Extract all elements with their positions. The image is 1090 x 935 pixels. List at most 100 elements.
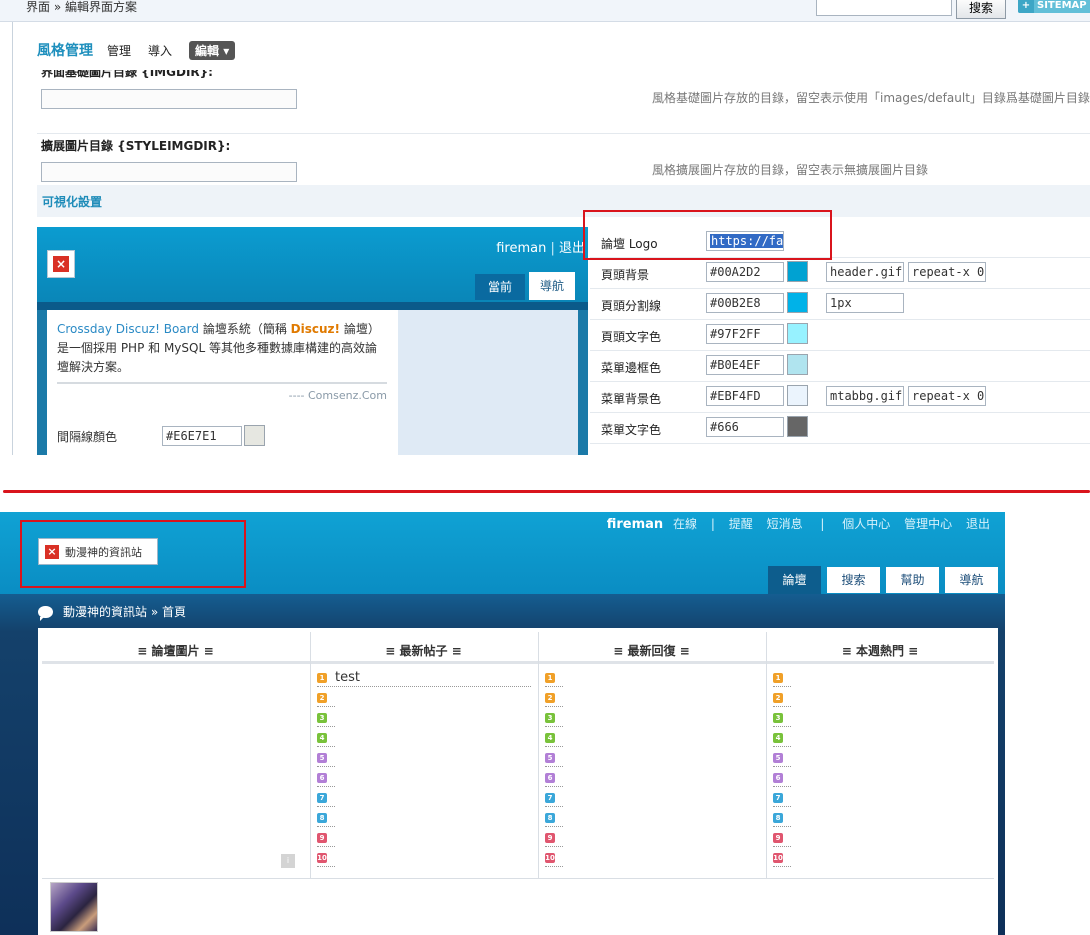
list-item: 10 — [317, 852, 537, 872]
broken-image-icon: × — [53, 256, 69, 272]
background-repeat-input[interactable]: repeat-x 0 1 — [908, 386, 986, 406]
tab-style-manage-title[interactable]: 風格管理 — [37, 40, 93, 60]
color-swatch[interactable] — [787, 292, 808, 313]
list-item: 4 — [773, 732, 993, 752]
color-value-input[interactable]: #00B2E8 — [706, 293, 784, 313]
dotted-underline — [317, 826, 335, 827]
list-item: 3 — [773, 712, 993, 732]
breadcrumb: 界面 » 編輯界面方案 — [26, 0, 137, 14]
list-item: 10 — [545, 852, 765, 872]
rank-number-icon: 8 — [545, 813, 555, 823]
col-title-images: ≡ 論壇圖片 ≡ — [137, 644, 214, 658]
topnav-profile[interactable]: 個人中心 — [842, 517, 890, 531]
col-title-latest-posts: ≡ 最新帖子 ≡ — [385, 644, 462, 658]
visual-settings-title: 可視化設置 — [42, 195, 103, 209]
color-swatch[interactable] — [787, 261, 808, 282]
search-button[interactable]: 搜索 — [956, 0, 1006, 19]
list-item: 9 — [773, 832, 993, 852]
rank-number-icon: 9 — [317, 833, 327, 843]
list-item: 7 — [317, 792, 537, 812]
dotted-underline — [317, 846, 335, 847]
preview-tab-nav[interactable]: 導航 — [529, 272, 575, 300]
dotted-underline — [545, 866, 563, 867]
preview-tab-current[interactable]: 當前 — [475, 274, 525, 300]
tab-search[interactable]: 搜索 — [827, 567, 880, 593]
list-item: 6 — [317, 772, 537, 792]
preview-header: × fireman | 退出 當前 導航 — [37, 227, 588, 302]
tab-forum[interactable]: 論壇 — [768, 566, 821, 594]
weekly-hot-list: 1 2 3 4 5 6 7 8 9 10 — [773, 672, 993, 872]
setting-row: 菜單邊框色 #B0E4EF — [590, 351, 1090, 382]
image-nav-button[interactable]: i — [281, 854, 295, 868]
tab-manage[interactable]: 管理 — [107, 42, 131, 59]
list-item: 1 test — [317, 670, 537, 692]
dotted-underline — [773, 826, 791, 827]
divider-color-swatch[interactable] — [244, 425, 265, 446]
topnav-user[interactable]: fireman — [607, 517, 663, 532]
color-value-input[interactable]: #B0E4EF — [706, 355, 784, 375]
dotted-underline — [773, 806, 791, 807]
imgdir-label: 界面基礎圖片目錄 {IMGDIR}: — [41, 70, 213, 79]
topnav-messages[interactable]: 短消息 — [767, 517, 803, 531]
latest-replies-list: 1 2 3 4 5 6 7 8 9 10 — [545, 672, 765, 872]
background-repeat-input[interactable]: repeat-x 0 1 — [908, 262, 986, 282]
divider-color-input[interactable]: #E6E7E1 — [162, 426, 242, 446]
color-value-input[interactable]: #EBF4FD — [706, 386, 784, 406]
dotted-underline — [317, 726, 335, 727]
color-swatch[interactable] — [787, 323, 808, 344]
rank-number-icon: 9 — [545, 833, 555, 843]
background-image-input[interactable]: mtabbg.gif — [826, 386, 904, 406]
dotted-underline — [545, 806, 563, 807]
styleimgdir-label: 擴展圖片目錄 {STYLEIMGDIR}: — [41, 139, 231, 153]
preview-credit: ---- Comsenz.Com — [288, 389, 387, 402]
preview-username[interactable]: fireman — [496, 241, 546, 256]
dotted-underline — [773, 706, 791, 707]
style-preview: × fireman | 退出 當前 導航 Crossday Discuz! Bo… — [37, 227, 588, 455]
latest-posts-list: 1 test 2 3 4 5 6 7 8 9 10 — [317, 670, 537, 872]
rank-number-icon: 2 — [317, 693, 327, 703]
list-item: 4 — [317, 732, 537, 752]
tab-help[interactable]: 幫助 — [886, 567, 939, 593]
imgdir-input[interactable] — [41, 89, 297, 109]
topnav-admin[interactable]: 管理中心 — [904, 517, 952, 531]
preview-user-links: fireman | 退出 — [496, 237, 585, 256]
avatar[interactable] — [50, 882, 98, 932]
styleimgdir-input[interactable] — [41, 162, 297, 182]
topnav-logout[interactable]: 退出 — [966, 517, 990, 531]
topnav-online[interactable]: 在線 — [673, 517, 697, 531]
color-swatch[interactable] — [787, 354, 808, 375]
list-item: 2 — [317, 692, 537, 712]
background-image-input[interactable]: header.gif — [826, 262, 904, 282]
list-item: 3 — [545, 712, 765, 732]
list-item: 6 — [773, 772, 993, 792]
preview-intro: Crossday Discuz! Board 論壇系統（簡稱 Discuz! 論… — [57, 320, 387, 377]
rank-number-icon: 6 — [317, 773, 327, 783]
color-value-input[interactable]: #00A2D2 — [706, 262, 784, 282]
forum-breadcrumb-text[interactable]: 動漫神的資訊站 » 首頁 — [63, 603, 186, 620]
dotted-underline — [773, 786, 791, 787]
setting-row: 頁頭背景 #00A2D2 header.gifrepeat-x 0 1 — [590, 258, 1090, 289]
rank-number-icon: 3 — [317, 713, 327, 723]
post-title-link[interactable]: test — [335, 670, 360, 685]
color-value-input[interactable]: #97F2FF — [706, 324, 784, 344]
tab-navigation[interactable]: 導航 — [945, 567, 998, 593]
list-item: 4 — [545, 732, 765, 752]
color-settings-table: 論壇 Logohttps://farm頁頭背景#00A2D2header.gif… — [590, 227, 1090, 455]
setting-row: 頁頭分割線 #00B2E8 1px — [590, 289, 1090, 320]
rank-number-icon: 7 — [317, 793, 327, 803]
search-input[interactable] — [816, 0, 952, 16]
color-swatch[interactable] — [787, 416, 808, 437]
topnav-remind[interactable]: 提醒 — [729, 517, 753, 531]
list-item: 5 — [773, 752, 993, 772]
color-value-input[interactable]: #666 — [706, 417, 784, 437]
tab-import[interactable]: 導入 — [148, 42, 172, 59]
setting-label: 頁頭文字色 — [601, 330, 662, 344]
preview-logout[interactable]: 退出 — [559, 241, 585, 256]
color-swatch[interactable] — [787, 385, 808, 406]
dotted-underline — [773, 766, 791, 767]
settings-scroll-area[interactable]: 界面基礎圖片目錄 {IMGDIR}: 風格基礎圖片存放的目錄，留空表示使用「im… — [37, 70, 1090, 455]
sitemap-button[interactable]: + SITEMAP — [1018, 0, 1090, 13]
tab-edit[interactable]: 編輯 ▾ — [189, 40, 236, 60]
background-image-input[interactable]: 1px — [826, 293, 904, 313]
col-title-weekly-hot: ≡ 本週熱門 ≡ — [841, 644, 919, 658]
